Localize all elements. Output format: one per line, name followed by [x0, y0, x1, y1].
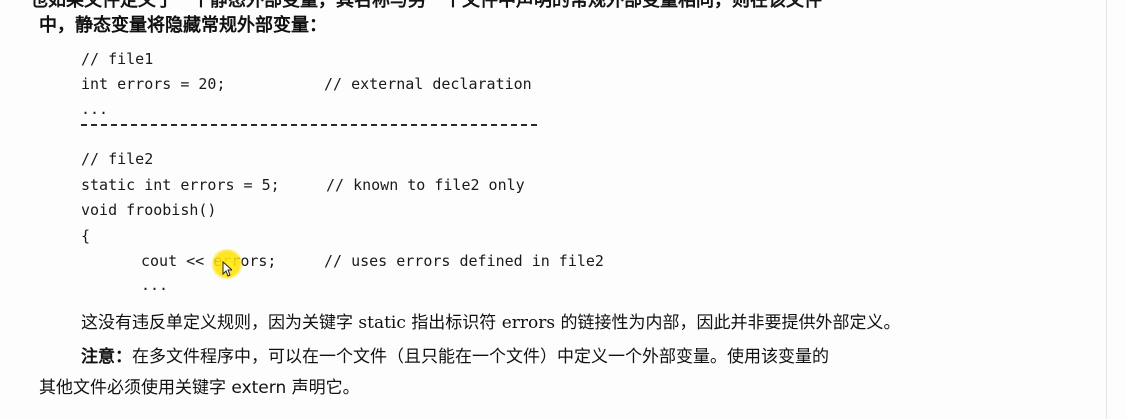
code-function-signature: void froobish() [81, 201, 217, 219]
code-cout-comment: // uses errors defined in file2 [324, 252, 604, 270]
note-label: 注意： [81, 347, 132, 367]
mouse-pointer-icon [222, 261, 232, 277]
code-file2-static: static int errors = 5; [81, 176, 280, 194]
code-cout-line: cout << errors; [141, 252, 277, 270]
explanation-paragraph: 这没有违反单定义规则，因为关键字 static 指出标识符 errors 的链接… [81, 313, 901, 333]
note-line-2: 其他文件必须使用关键字 extern 声明它。 [39, 378, 360, 398]
page-edge [1106, 0, 1107, 419]
code-file2-comment: // file2 [81, 150, 154, 168]
code-file1-ellipsis: ... [81, 100, 109, 118]
code-open-brace: { [81, 227, 91, 245]
note-line-1: 在多文件程序中，可以在一个文件（且只能在一个文件）中定义一个外部变量。使用该变量… [132, 347, 829, 367]
intro-line: 中，静态变量将隐藏常规外部变量： [39, 15, 327, 36]
code-file2-static-comment: // known to file2 only [326, 176, 525, 194]
cutoff-text-line: 也如果文件定义了一个静态外部变量，其名称与另一个文件中声明的常规外部变量相同，则… [30, 0, 822, 11]
code-file1-declaration-comment: // external declaration [324, 75, 532, 93]
file-separator-line [81, 124, 537, 126]
code-file1-declaration: int errors = 20; [81, 75, 226, 93]
note-paragraph: 注意：在多文件程序中，可以在一个文件（且只能在一个文件）中定义一个外部变量。使用… [81, 346, 829, 368]
code-inner-ellipsis: ... [141, 276, 169, 294]
code-file1-comment: // file1 [81, 50, 154, 68]
document-page: 也如果文件定义了一个静态外部变量，其名称与另一个文件中声明的常规外部变量相同，则… [0, 0, 1125, 419]
